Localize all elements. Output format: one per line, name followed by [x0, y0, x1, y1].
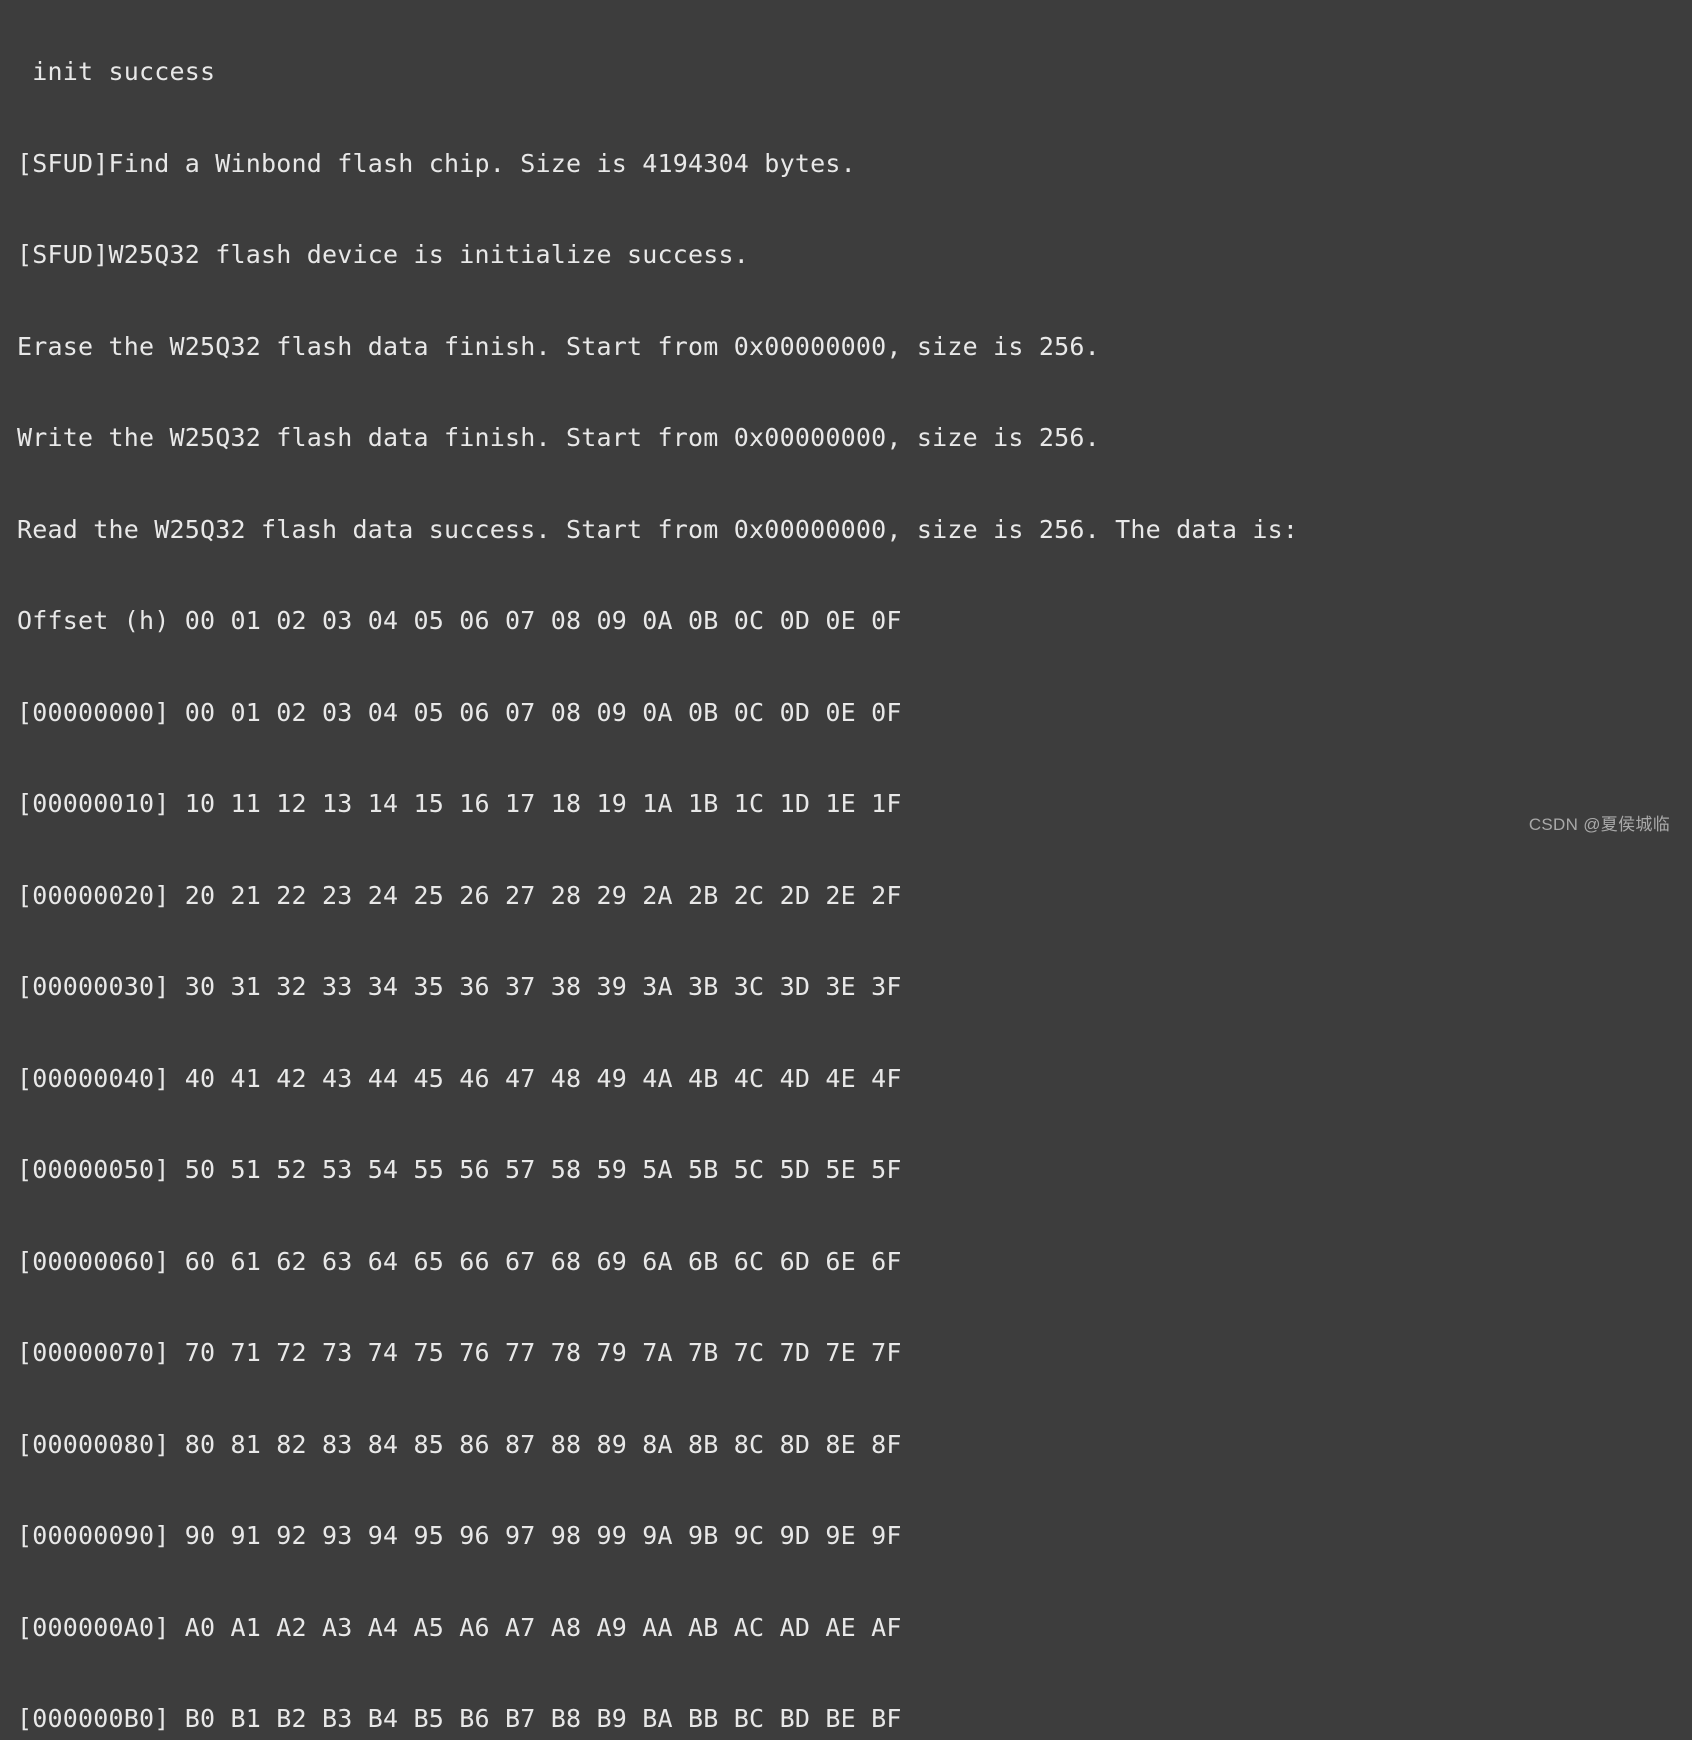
terminal-line: [SFUD]Find a Winbond flash chip. Size is…	[17, 149, 1503, 180]
terminal-output[interactable]: init success [SFUD]Find a Winbond flash …	[5, 0, 1515, 771]
terminal-line: [000000A0] A0 A1 A2 A3 A4 A5 A6 A7 A8 A9…	[17, 1613, 1503, 1644]
terminal-line: [00000090] 90 91 92 93 94 95 96 97 98 99…	[17, 1521, 1503, 1552]
terminal-line: [00000070] 70 71 72 73 74 75 76 77 78 79…	[17, 1338, 1503, 1369]
terminal-line: [00000040] 40 41 42 43 44 45 46 47 48 49…	[17, 1064, 1503, 1095]
terminal-line: [00000020] 20 21 22 23 24 25 26 27 28 29…	[17, 881, 1503, 912]
terminal-line: Offset (h) 00 01 02 03 04 05 06 07 08 09…	[17, 606, 1503, 637]
terminal-line: [000000B0] B0 B1 B2 B3 B4 B5 B6 B7 B8 B9…	[17, 1704, 1503, 1735]
terminal-line: Read the W25Q32 flash data success. Star…	[17, 515, 1503, 546]
watermark-text: CSDN @夏侯城临	[1529, 810, 1670, 841]
terminal-line: [00000060] 60 61 62 63 64 65 66 67 68 69…	[17, 1247, 1503, 1278]
terminal-line: init success	[17, 57, 1503, 88]
terminal-line: [00000000] 00 01 02 03 04 05 06 07 08 09…	[17, 698, 1503, 729]
terminal-line: [00000010] 10 11 12 13 14 15 16 17 18 19…	[17, 789, 1503, 820]
terminal-line: [00000030] 30 31 32 33 34 35 36 37 38 39…	[17, 972, 1503, 1003]
terminal-line: Write the W25Q32 flash data finish. Star…	[17, 423, 1503, 454]
terminal-line: [00000050] 50 51 52 53 54 55 56 57 58 59…	[17, 1155, 1503, 1186]
terminal-line: [00000080] 80 81 82 83 84 85 86 87 88 89…	[17, 1430, 1503, 1461]
terminal-line: [SFUD]W25Q32 flash device is initialize …	[17, 240, 1503, 271]
terminal-line: Erase the W25Q32 flash data finish. Star…	[17, 332, 1503, 363]
